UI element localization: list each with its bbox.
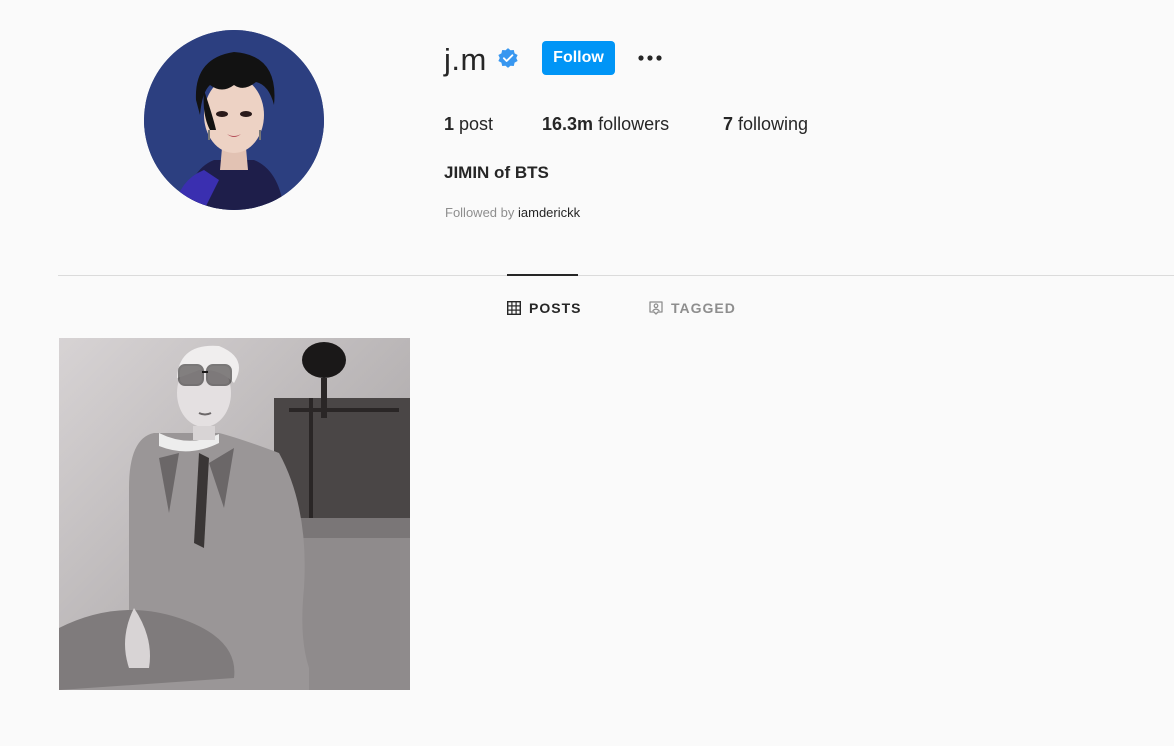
posts-count: 1 xyxy=(444,114,455,134)
tagged-icon xyxy=(649,301,663,315)
followers-count: 16.3m xyxy=(542,114,594,134)
tab-tagged[interactable]: TAGGED xyxy=(649,299,736,317)
following-count: 7 xyxy=(723,114,734,134)
follow-button[interactable]: Follow xyxy=(542,41,615,75)
tab-tagged-label: TAGGED xyxy=(671,300,736,316)
active-tab-indicator xyxy=(507,274,578,276)
followed-by[interactable]: Followed by iamderickk xyxy=(445,205,580,221)
following-link[interactable]: 7 following xyxy=(723,113,808,135)
post-thumbnail[interactable] xyxy=(59,338,410,690)
more-options-button[interactable] xyxy=(636,46,664,70)
posts-stat: 1 post xyxy=(444,113,493,135)
followed-by-prefix: Followed by xyxy=(445,205,515,220)
profile-username: j.m xyxy=(444,42,487,77)
post-image xyxy=(59,338,410,690)
followers-label: followers xyxy=(598,114,670,134)
more-options-icon xyxy=(638,55,662,61)
followers-link[interactable]: 16.3m followers xyxy=(542,113,669,135)
followed-by-user[interactable]: iamderickk xyxy=(518,205,580,220)
following-label: following xyxy=(738,114,809,134)
tab-posts[interactable]: POSTS xyxy=(507,299,581,317)
profile-avatar[interactable] xyxy=(144,30,324,210)
verified-badge-icon xyxy=(498,48,518,68)
tab-posts-label: POSTS xyxy=(529,300,582,316)
avatar-image xyxy=(144,30,324,210)
profile-full-name: JIMIN of BTS xyxy=(444,163,549,182)
tabs-divider xyxy=(58,275,1174,276)
posts-label: post xyxy=(459,114,494,134)
grid-icon xyxy=(507,301,521,315)
